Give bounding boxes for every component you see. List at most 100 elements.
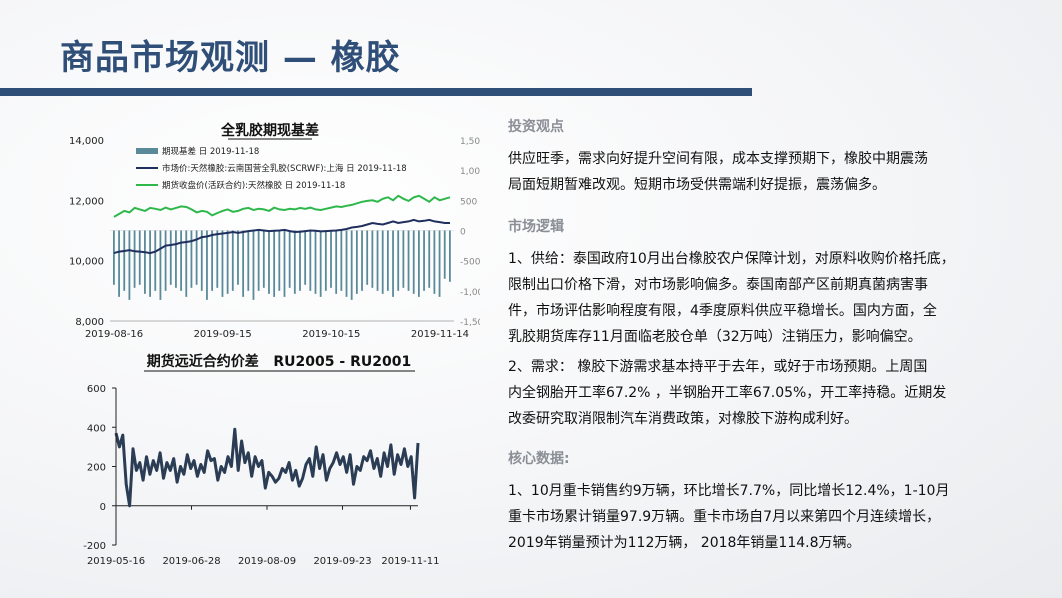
basis-bar: [133, 230, 136, 288]
section-heading: 核心数据:: [508, 451, 570, 467]
basis-bar: [392, 230, 394, 297]
text-line: 2019年销量预计为112万辆， 2018年销量114.8万辆。: [508, 535, 861, 551]
basis-bar: [226, 230, 229, 294]
spread-chart: 期货远近合约价差 RU2005 - RU2001 6004002000-200 …: [83, 353, 440, 567]
chart2-y-axis: 600 400 200 0 -200: [83, 384, 117, 552]
text-line: 改委研究取消限制汽车消费政策，对橡胶下游构成利好。: [508, 411, 858, 427]
x-tick-label: 2019-08-16: [85, 329, 143, 340]
paragraph-demand: 2、需求： 橡胶下游需求基本持平于去年，或好于市场预期。上周国 内全钢胎开工率6…: [508, 354, 1008, 432]
y-tick-label: 400: [87, 423, 106, 434]
chart2-title: 期货远近合约价差 RU2005 - RU2001: [147, 353, 411, 370]
y-left-tick-label: 12,000: [69, 196, 104, 207]
basis-bar: [221, 230, 224, 297]
x-tick-label: 2019-11-14: [411, 329, 469, 340]
basis-bar: [128, 230, 131, 300]
section-core-data: 核心数据: 1、10月重卡销售约9万辆，环比增长7.7%，同比增长12.4%，1…: [508, 446, 1008, 556]
y-right-tick-label: -1,500: [460, 318, 480, 328]
x-tick-label: 2019-11-11: [381, 556, 439, 567]
y-left-tick-label: 8,000: [75, 317, 104, 328]
y-right-tick-label: -1,000: [460, 288, 480, 298]
basis-bar: [149, 230, 151, 297]
chart1-lines: [113, 194, 451, 255]
basis-bar: [417, 230, 420, 297]
spot-price-line: [113, 218, 450, 255]
text-line: 重卡市场累计销量97.9万辆。重卡市场自7月以来第四个月连续增长，: [508, 509, 941, 525]
x-tick-label: 2019-05-16: [87, 556, 145, 567]
y-tick-label: 200: [87, 463, 106, 474]
basis-bar: [252, 230, 255, 300]
basis-bar: [138, 230, 141, 285]
y-right-tick-label: 1,500: [460, 137, 480, 147]
basis-bar: [423, 230, 425, 291]
basis-bar: [330, 230, 332, 288]
basis-bar: [206, 230, 208, 300]
basis-bar: [200, 230, 203, 291]
basis-bar: [309, 230, 312, 291]
basis-bar: [211, 230, 214, 291]
basis-bar: [288, 230, 291, 288]
basis-bar: [397, 230, 400, 291]
basis-bar: [185, 230, 188, 297]
basis-bar: [169, 230, 172, 285]
y-left-tick-label: 14,000: [69, 136, 104, 147]
y-right-tick-label: 0: [460, 228, 466, 238]
basis-bar: [443, 230, 446, 279]
chart1-x-axis: 2019-08-16 2019-09-15 2019-10-15 2019-11-14: [85, 320, 469, 340]
basis-bar: [164, 230, 167, 291]
basis-bar: [428, 230, 431, 288]
basis-bar: [361, 230, 363, 291]
legend-swatch-basis: [136, 148, 158, 154]
basis-bar: [376, 230, 379, 291]
text-line: 件，市场评估影响程度有限，4季度原料供应平稳增长。国内方面，全: [508, 303, 937, 319]
basis-bar: [335, 230, 338, 294]
chart1-right-axis: 1,500 1,000 500 0 -500 -1,000 -1,500: [460, 137, 480, 328]
basis-bar: [113, 230, 115, 285]
basis-bar: [350, 230, 353, 300]
section-heading: 投资观点: [508, 119, 564, 135]
x-tick-label: 2019-10-15: [302, 329, 360, 340]
x-tick-label: 2019-09-23: [313, 556, 371, 567]
basis-bar: [237, 230, 239, 285]
basis-bar: [319, 230, 322, 297]
chart2-lines: [114, 427, 420, 508]
paragraph-supply: 1、供给：泰国政府10月出台橡胶农户保障计划，对原料收购价格托底， 限制出口价格…: [508, 246, 1008, 350]
y-right-tick-label: 1,000: [460, 167, 480, 177]
basis-bar: [324, 230, 327, 291]
x-tick-label: 2019-08-09: [238, 556, 296, 567]
text-line: 乳胶期货库存11月面临老胶仓单（32万吨）注销压力，影响偏空。: [508, 329, 922, 345]
y-right-tick-label: 500: [460, 197, 477, 207]
x-tick-label: 2019-09-15: [194, 329, 252, 340]
basis-bar: [278, 230, 281, 291]
basis-bar: [386, 230, 389, 291]
section-body: 1、10月重卡销售约9万辆，环比增长7.7%，同比增长12.4%，1-10月 重…: [508, 478, 1008, 556]
y-tick-label: 0: [100, 502, 106, 513]
text-line: 2、需求： 橡胶下游需求基本持平于去年，或好于市场预期。上周国: [508, 359, 928, 375]
section-body: 1、供给：泰国政府10月出台橡胶农户保障计划，对原料收购价格托底， 限制出口价格…: [508, 246, 1008, 432]
basis-bar: [118, 230, 120, 297]
text-line: 1、10月重卡销售约9万辆，环比增长7.7%，同比增长12.4%，1-10月: [508, 483, 950, 499]
basis-bar: [345, 230, 348, 297]
basis-bar: [314, 230, 317, 294]
basis-bar: [123, 230, 126, 291]
chart1-left-axis: 8,000 10,000 12,000 14,000: [69, 136, 104, 328]
y-right-tick-label: -500: [460, 258, 480, 268]
basis-bar: [247, 230, 250, 291]
basis-bar: [293, 230, 296, 294]
x-tick-label: 2019-06-28: [162, 556, 220, 567]
basis-bar: [144, 230, 146, 294]
y-tick-label: -200: [83, 541, 106, 552]
y-tick-label: 600: [87, 384, 106, 395]
basis-bar: [190, 230, 193, 288]
title-underline: [0, 88, 752, 96]
basis-bar: [304, 230, 307, 285]
basis-bar: [268, 230, 270, 294]
basis-bar: [216, 230, 219, 288]
basis-bar: [366, 230, 369, 285]
text-line: 供应旺季，需求向好提升空间有限，成本支撑预期下，橡胶中期震荡: [508, 151, 928, 167]
basis-bar: [381, 230, 384, 294]
section-market-logic: 市场逻辑 1、供给：泰国政府10月出台橡胶农户保障计划，对原料收购价格托底， 限…: [508, 214, 1008, 432]
legend-label-spot: 市场价:天然橡胶:云南国营全乳胶(SCRWF):上海 日 2019-11-18: [162, 163, 407, 174]
chart2-x-axis: 2019-05-16 2019-06-28 2019-08-09 2019-09-23…: [87, 505, 440, 567]
basis-bar: [371, 230, 374, 288]
text-line: 局面短期暂难改观。短期市场受供需端利好提振，震荡偏多。: [508, 177, 886, 193]
